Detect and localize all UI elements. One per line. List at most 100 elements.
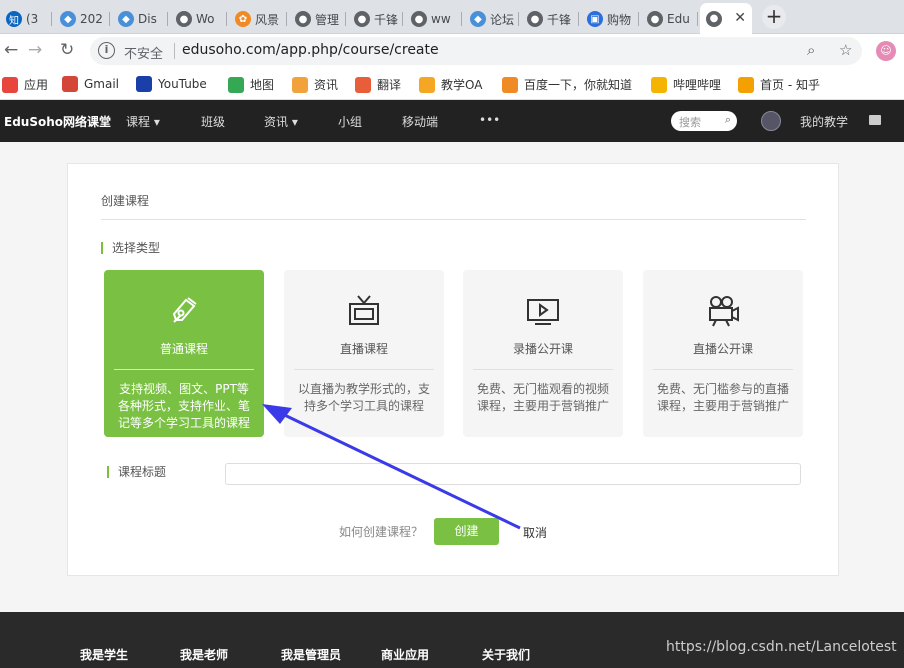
tab-separator bbox=[109, 12, 110, 26]
nav-mobile[interactable]: 移动端 bbox=[402, 113, 438, 130]
browser-tab[interactable]: ● 千锋 bbox=[521, 4, 579, 34]
globe-icon: ● bbox=[647, 11, 663, 27]
browser-tab[interactable]: ● 管理 bbox=[289, 4, 346, 34]
tab-label: 论坛 bbox=[490, 12, 515, 27]
tab-label: Edu bbox=[667, 12, 690, 26]
browser-tab[interactable]: ◆ 202 bbox=[54, 4, 110, 34]
url-text[interactable]: edusoho.com/app.php/course/create bbox=[182, 42, 439, 58]
maps-icon bbox=[228, 76, 244, 93]
tab-label: Wo bbox=[196, 12, 215, 26]
divider bbox=[473, 369, 613, 370]
tab-separator bbox=[461, 12, 462, 26]
paw-icon: ✿ bbox=[235, 11, 251, 27]
footer-link-teacher[interactable]: 我是老师 bbox=[180, 646, 228, 663]
bookmark-item[interactable]: 翻译 bbox=[355, 76, 401, 93]
tab-separator bbox=[345, 12, 346, 26]
search-placeholder: 搜索 bbox=[679, 116, 701, 129]
browser-address-bar: ← → ↻ i 不安全 edusoho.com/app.php/course/c… bbox=[0, 34, 904, 68]
nav-classes[interactable]: 班级 bbox=[201, 113, 225, 130]
bookmark-item[interactable]: 地图 bbox=[228, 76, 274, 93]
play-screen-icon bbox=[463, 292, 623, 328]
bookmark-item[interactable]: 首页 - 知乎 bbox=[738, 76, 820, 93]
tab-separator bbox=[226, 12, 227, 26]
back-icon[interactable]: ← bbox=[4, 40, 18, 60]
course-type-desc: 支持视频、图文、PPT等各种形式，支持作业、笔记等多个学习工具的课程 bbox=[117, 382, 250, 430]
tab-separator bbox=[638, 12, 639, 26]
bookmark-label: Gmail bbox=[84, 77, 120, 91]
globe-icon: ● bbox=[176, 11, 192, 27]
course-type-live-open[interactable]: 直播公开课 免费、无门槛参与的直播课程，主要用于营销推广 bbox=[643, 270, 803, 437]
tab-separator bbox=[578, 12, 579, 26]
browser-tab[interactable]: ● 千锋 bbox=[348, 4, 403, 34]
bilibili-icon bbox=[651, 76, 667, 93]
bookmark-item[interactable]: 资讯 bbox=[292, 76, 338, 93]
tab-separator bbox=[697, 12, 698, 26]
bookmark-label: 应用 bbox=[24, 78, 49, 92]
footer-link-admin[interactable]: 我是管理员 bbox=[281, 646, 341, 663]
mail-icon[interactable] bbox=[869, 115, 881, 125]
camera-icon bbox=[643, 292, 803, 328]
nav-news[interactable]: 资讯 ▾ bbox=[264, 113, 298, 130]
search-icon[interactable]: ⌕ bbox=[725, 113, 731, 127]
bookmark-item[interactable]: 百度一下，你就知道 bbox=[502, 76, 632, 93]
course-title-input[interactable] bbox=[225, 463, 801, 485]
bookmarks-bar: 应用 Gmail YouTube 地图 资讯 翻译 教学OA 百度一下，你就知道 哔哩哔哩 首页 … bbox=[0, 68, 904, 100]
browser-tab[interactable]: ● ✕ bbox=[700, 3, 752, 34]
site-brand[interactable]: EduSoho网络课堂 bbox=[4, 113, 111, 130]
zhihu-icon bbox=[738, 76, 754, 93]
cancel-link[interactable]: 取消 bbox=[523, 524, 547, 541]
divider bbox=[101, 219, 806, 220]
bookmark-item[interactable]: 哔哩哔哩 bbox=[651, 76, 721, 93]
browser-tab[interactable]: ● Wo bbox=[170, 4, 227, 34]
forward-icon[interactable]: → bbox=[28, 40, 42, 60]
zhihu-icon: 知 bbox=[6, 11, 22, 27]
nav-groups[interactable]: 小组 bbox=[338, 113, 362, 130]
oa-icon bbox=[419, 76, 435, 93]
bookmark-label: 哔哩哔哩 bbox=[673, 78, 722, 92]
create-course-card: 创建课程 选择类型 普通课程 支持视频、图文、PPT等各种形式，支持作业、笔记等… bbox=[67, 163, 839, 576]
star-icon[interactable]: ☆ bbox=[839, 41, 852, 59]
globe-icon: ● bbox=[527, 11, 543, 27]
bookmark-label: YouTube bbox=[158, 77, 207, 91]
info-icon[interactable]: i bbox=[98, 42, 115, 59]
footer-link-about[interactable]: 关于我们 bbox=[482, 646, 530, 663]
browser-tab[interactable]: ✿ 风景 bbox=[229, 4, 287, 34]
site-search-input[interactable]: 搜索 ⌕ bbox=[671, 111, 737, 131]
my-teaching-link[interactable]: 我的教学 bbox=[800, 113, 848, 130]
bookmark-label: 翻译 bbox=[377, 78, 402, 92]
user-avatar[interactable] bbox=[761, 111, 781, 131]
bookmark-item[interactable]: YouTube bbox=[136, 76, 207, 92]
create-button[interactable]: 创建 bbox=[434, 518, 499, 545]
tab-separator bbox=[51, 12, 52, 26]
blog-icon: ◆ bbox=[118, 11, 134, 27]
browser-tab[interactable]: ◆ 论坛 bbox=[464, 4, 519, 34]
new-tab-button[interactable]: + bbox=[762, 5, 786, 29]
nav-more[interactable]: ••• bbox=[479, 113, 500, 127]
blog-icon: ◆ bbox=[60, 11, 76, 27]
nav-courses[interactable]: 课程 ▾ bbox=[126, 113, 160, 130]
omnibox[interactable]: i 不安全 edusoho.com/app.php/course/create … bbox=[90, 37, 862, 65]
how-to-create-link[interactable]: 如何创建课程？ bbox=[339, 523, 423, 540]
course-type-live[interactable]: 直播课程 以直播为教学形式的，支持多个学习工具的课程 bbox=[284, 270, 444, 437]
browser-tab[interactable]: ● ww bbox=[405, 4, 462, 34]
browser-tab[interactable]: ▣ 购物 bbox=[581, 4, 639, 34]
profile-avatar-icon[interactable]: ☺ bbox=[876, 41, 896, 61]
browser-tab[interactable]: 知 (3 bbox=[0, 4, 52, 34]
apps-icon bbox=[2, 76, 18, 93]
zoom-icon[interactable]: ⌕ bbox=[807, 41, 815, 59]
browser-tab[interactable]: ◆ Dis bbox=[112, 4, 168, 34]
footer-link-student[interactable]: 我是学生 bbox=[80, 646, 128, 663]
reload-icon[interactable]: ↻ bbox=[60, 40, 74, 60]
course-type-desc: 以直播为教学形式的，支持多个学习工具的课程 bbox=[297, 382, 430, 413]
bookmark-label: 教学OA bbox=[441, 78, 483, 92]
bookmark-item[interactable]: Gmail bbox=[62, 76, 119, 92]
close-tab-icon[interactable]: ✕ bbox=[734, 10, 746, 26]
course-type-recorded-open[interactable]: 录播公开课 免费、无门槛观看的视频课程，主要用于营销推广 bbox=[463, 270, 623, 437]
browser-tab[interactable]: ● Edu bbox=[641, 4, 698, 34]
footer-link-business[interactable]: 商业应用 bbox=[381, 646, 429, 663]
tab-label: Dis bbox=[138, 12, 157, 26]
course-type-normal[interactable]: 普通课程 支持视频、图文、PPT等各种形式，支持作业、笔记等多个学习工具的课程 bbox=[104, 270, 264, 437]
bookmark-item[interactable]: 教学OA bbox=[419, 76, 482, 93]
bookmark-item[interactable]: 应用 bbox=[2, 76, 48, 93]
tab-label: 202 bbox=[80, 12, 103, 26]
